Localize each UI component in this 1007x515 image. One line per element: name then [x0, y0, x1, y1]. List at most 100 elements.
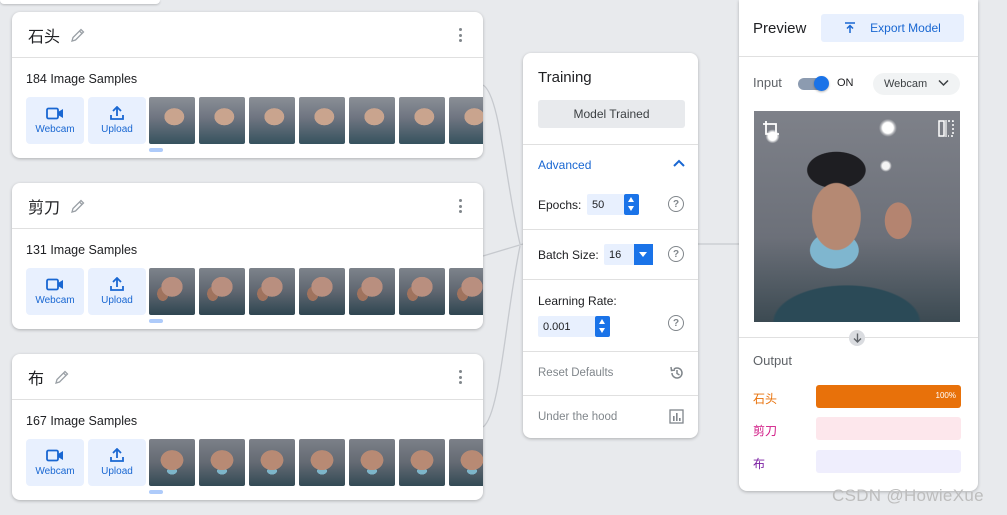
learning-rate-spinner[interactable]: [595, 316, 610, 337]
upload-button[interactable]: Upload: [88, 97, 146, 144]
upload-icon: [110, 448, 124, 462]
crop-icon[interactable]: [762, 120, 780, 138]
sample-thumbnail[interactable]: [449, 439, 483, 486]
divider: [523, 279, 698, 280]
video-camera-icon: [46, 278, 63, 290]
sample-thumbnail[interactable]: [149, 97, 195, 144]
class-name[interactable]: 剪刀: [28, 194, 60, 218]
webcam-preview-image: [754, 111, 960, 322]
sample-thumbnail[interactable]: [149, 268, 195, 315]
source-select-value: Webcam: [884, 78, 928, 90]
class-name[interactable]: 石头: [28, 23, 60, 47]
output-class-name: 剪刀: [753, 424, 778, 438]
webcam-button[interactable]: Webcam: [26, 439, 84, 486]
sample-thumbnail[interactable]: [449, 268, 483, 315]
webcam-button[interactable]: Webcam: [26, 97, 84, 144]
upload-label: Upload: [101, 295, 133, 306]
sample-thumbnail[interactable]: [399, 97, 445, 144]
samples-count: 131 Image Samples: [26, 243, 138, 257]
preview-panel: Preview Export Model Input ON Webcam Out…: [739, 0, 978, 491]
advanced-toggle[interactable]: Advanced: [538, 158, 591, 172]
source-select[interactable]: Webcam: [873, 73, 960, 95]
sample-thumbnail[interactable]: [399, 268, 445, 315]
webcam-button[interactable]: Webcam: [26, 268, 84, 315]
sample-thumbnail[interactable]: [349, 97, 395, 144]
epochs-label: Epochs:: [538, 198, 582, 212]
more-options-icon[interactable]: [459, 28, 463, 42]
batch-help-icon[interactable]: ?: [668, 246, 684, 262]
chevron-down-icon: [938, 79, 949, 87]
model-trained-button[interactable]: Model Trained: [538, 100, 685, 128]
under-the-hood-button[interactable]: Under the hood: [538, 411, 617, 423]
upload-icon: [110, 277, 124, 291]
more-options-icon[interactable]: [459, 199, 463, 213]
upload-icon: [110, 106, 124, 120]
confidence-bar: [816, 450, 961, 473]
history-icon[interactable]: [669, 365, 685, 381]
epochs-input[interactable]: 50: [587, 194, 625, 215]
class-card: 剪刀 131 Image Samples Webcam Upload: [12, 183, 483, 329]
samples-count: 167 Image Samples: [26, 414, 138, 428]
sample-thumbnail[interactable]: [199, 97, 245, 144]
upload-label: Upload: [101, 466, 133, 477]
webcam-label: Webcam: [35, 294, 75, 306]
thumbnail-scrollbar[interactable]: [149, 490, 163, 494]
sample-thumbnails: [149, 97, 483, 144]
divider: [523, 144, 698, 145]
sample-thumbnail[interactable]: [399, 439, 445, 486]
class-name[interactable]: 布: [28, 365, 44, 389]
upload-icon: [845, 22, 856, 33]
toggle-state-label: ON: [837, 77, 854, 89]
export-model-button[interactable]: Export Model: [821, 14, 964, 42]
pencil-icon[interactable]: [70, 27, 86, 43]
sample-thumbnails: [149, 439, 483, 486]
sample-thumbnail[interactable]: [249, 268, 295, 315]
sample-thumbnail[interactable]: [199, 268, 245, 315]
upload-button[interactable]: Upload: [88, 439, 146, 486]
learning-rate-label: Learning Rate:: [538, 294, 617, 308]
thumbnail-scrollbar[interactable]: [149, 319, 163, 323]
lr-help-icon[interactable]: ?: [668, 315, 684, 331]
output-label: Output: [753, 353, 793, 368]
upload-button[interactable]: Upload: [88, 268, 146, 315]
pencil-icon[interactable]: [54, 369, 70, 385]
input-toggle-knob[interactable]: [814, 76, 829, 91]
sample-thumbnail[interactable]: [299, 439, 345, 486]
class-header: 石头: [12, 12, 483, 58]
pencil-icon[interactable]: [70, 198, 86, 214]
training-title: Training: [538, 69, 592, 86]
sample-thumbnail[interactable]: [349, 439, 395, 486]
sample-thumbnail[interactable]: [449, 97, 483, 144]
input-label: Input: [753, 75, 782, 90]
sample-thumbnail[interactable]: [249, 439, 295, 486]
more-options-icon[interactable]: [459, 370, 463, 384]
sample-thumbnails: [149, 268, 483, 315]
divider: [523, 395, 698, 396]
sample-thumbnail[interactable]: [299, 268, 345, 315]
sample-thumbnail[interactable]: [149, 439, 195, 486]
chevron-down-icon[interactable]: [634, 244, 653, 265]
chevron-up-icon[interactable]: [673, 159, 685, 167]
samples-count: 184 Image Samples: [26, 72, 138, 86]
reset-defaults-button[interactable]: Reset Defaults: [538, 367, 613, 379]
sample-thumbnail[interactable]: [249, 97, 295, 144]
thumbnail-scrollbar[interactable]: [149, 148, 163, 152]
arrow-down-icon: [849, 330, 865, 346]
flip-icon[interactable]: [938, 120, 954, 137]
webcam-label: Webcam: [35, 465, 75, 477]
watermark: CSDN @HowieXue: [832, 486, 984, 505]
confidence-percent: 100%: [935, 391, 956, 400]
divider: [523, 351, 698, 352]
sample-thumbnail[interactable]: [349, 268, 395, 315]
sample-thumbnail[interactable]: [199, 439, 245, 486]
epochs-spinner[interactable]: [624, 194, 639, 215]
confidence-bar: 100%: [816, 385, 961, 408]
output-class-name: 石头: [753, 392, 778, 406]
class-header: 剪刀: [12, 183, 483, 229]
learning-rate-input[interactable]: 0.001: [538, 316, 596, 337]
batch-size-select[interactable]: 16: [604, 244, 636, 265]
bar-chart-icon[interactable]: [669, 409, 684, 424]
sample-thumbnail[interactable]: [299, 97, 345, 144]
epochs-help-icon[interactable]: ?: [668, 196, 684, 212]
video-camera-icon: [46, 107, 63, 119]
